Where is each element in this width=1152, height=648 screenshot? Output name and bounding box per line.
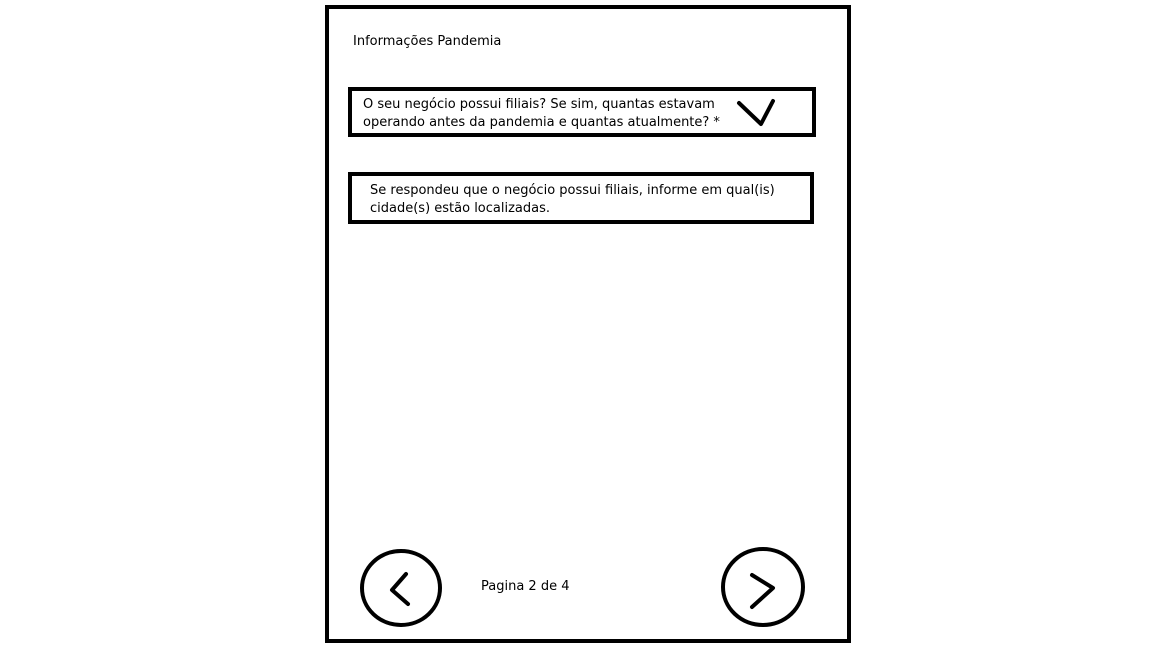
chevron-right-icon — [721, 547, 805, 627]
branches-question-label: O seu negócio possui filiais? Se sim, qu… — [363, 96, 720, 132]
branch-cities-field[interactable]: Se respondeu que o negócio possui filiai… — [348, 172, 814, 224]
page-title: Informações Pandemia — [353, 34, 502, 49]
branches-question-line-1: O seu negócio possui filiais? Se sim, qu… — [363, 97, 715, 112]
chevron-left-icon — [360, 549, 442, 627]
branch-cities-label: Se respondeu que o negócio possui filiai… — [370, 182, 775, 218]
branches-question-dropdown[interactable]: O seu negócio possui filiais? Se sim, qu… — [348, 87, 816, 137]
previous-page-button[interactable] — [358, 547, 444, 629]
form-frame: Informações Pandemia O seu negócio possu… — [325, 5, 851, 643]
chevron-down-icon[interactable] — [735, 97, 783, 129]
branches-question-line-2: operando antes da pandemia e quantas atu… — [363, 115, 720, 130]
branch-cities-line-2: cidade(s) estão localizadas. — [370, 201, 551, 216]
branch-cities-line-1: Se respondeu que o negócio possui filiai… — [370, 183, 775, 198]
page-indicator: Pagina 2 de 4 — [481, 579, 570, 594]
next-page-button[interactable] — [719, 545, 807, 629]
